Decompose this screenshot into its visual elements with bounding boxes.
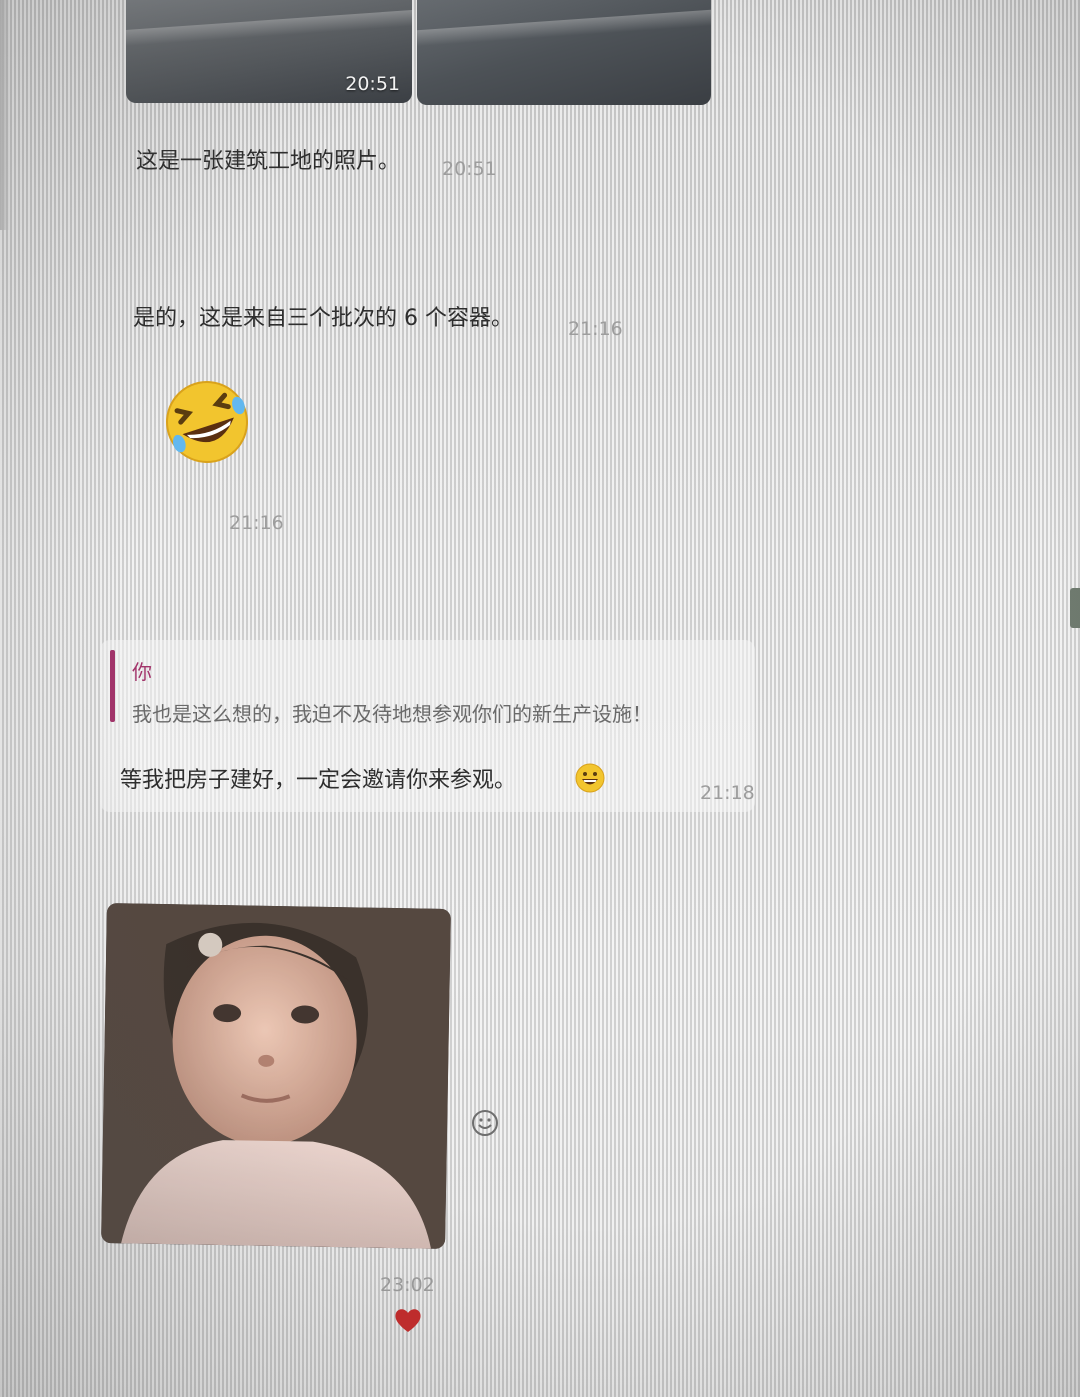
grinning-emoji-icon	[575, 763, 605, 793]
message-text: 等我把房子建好，一定会邀请你来参观。	[120, 768, 517, 793]
image-message-3[interactable]	[101, 903, 451, 1249]
rolling-laughing-emoji-icon[interactable]	[158, 376, 256, 468]
scrollbar-handle[interactable]	[1070, 588, 1080, 628]
image-message-1[interactable]: 20:51	[126, 0, 412, 103]
quoted-sender: 你	[132, 660, 152, 684]
message-timestamp: 20:51	[442, 158, 497, 180]
message-timestamp: 21:16	[229, 512, 284, 534]
message-text: 这是一张建筑工地的照片。	[136, 149, 401, 174]
quote-accent-bar	[110, 650, 115, 722]
window-edge	[0, 0, 10, 230]
image-timestamp: 20:51	[345, 73, 400, 95]
heart-icon[interactable]	[393, 1306, 423, 1334]
image-message-2[interactable]	[417, 0, 711, 105]
message-text: 是的，这是来自三个批次的 6 个容器。	[133, 306, 513, 331]
message-timestamp: 23:02	[380, 1274, 435, 1296]
quoted-text: 我也是这么想的，我迫不及待地想参观你们的新生产设施！	[132, 702, 652, 726]
smiley-icon[interactable]	[470, 1108, 500, 1138]
message-timestamp: 21:16	[568, 318, 623, 340]
child-photo	[101, 903, 451, 1249]
message-timestamp: 21:18	[700, 782, 755, 804]
